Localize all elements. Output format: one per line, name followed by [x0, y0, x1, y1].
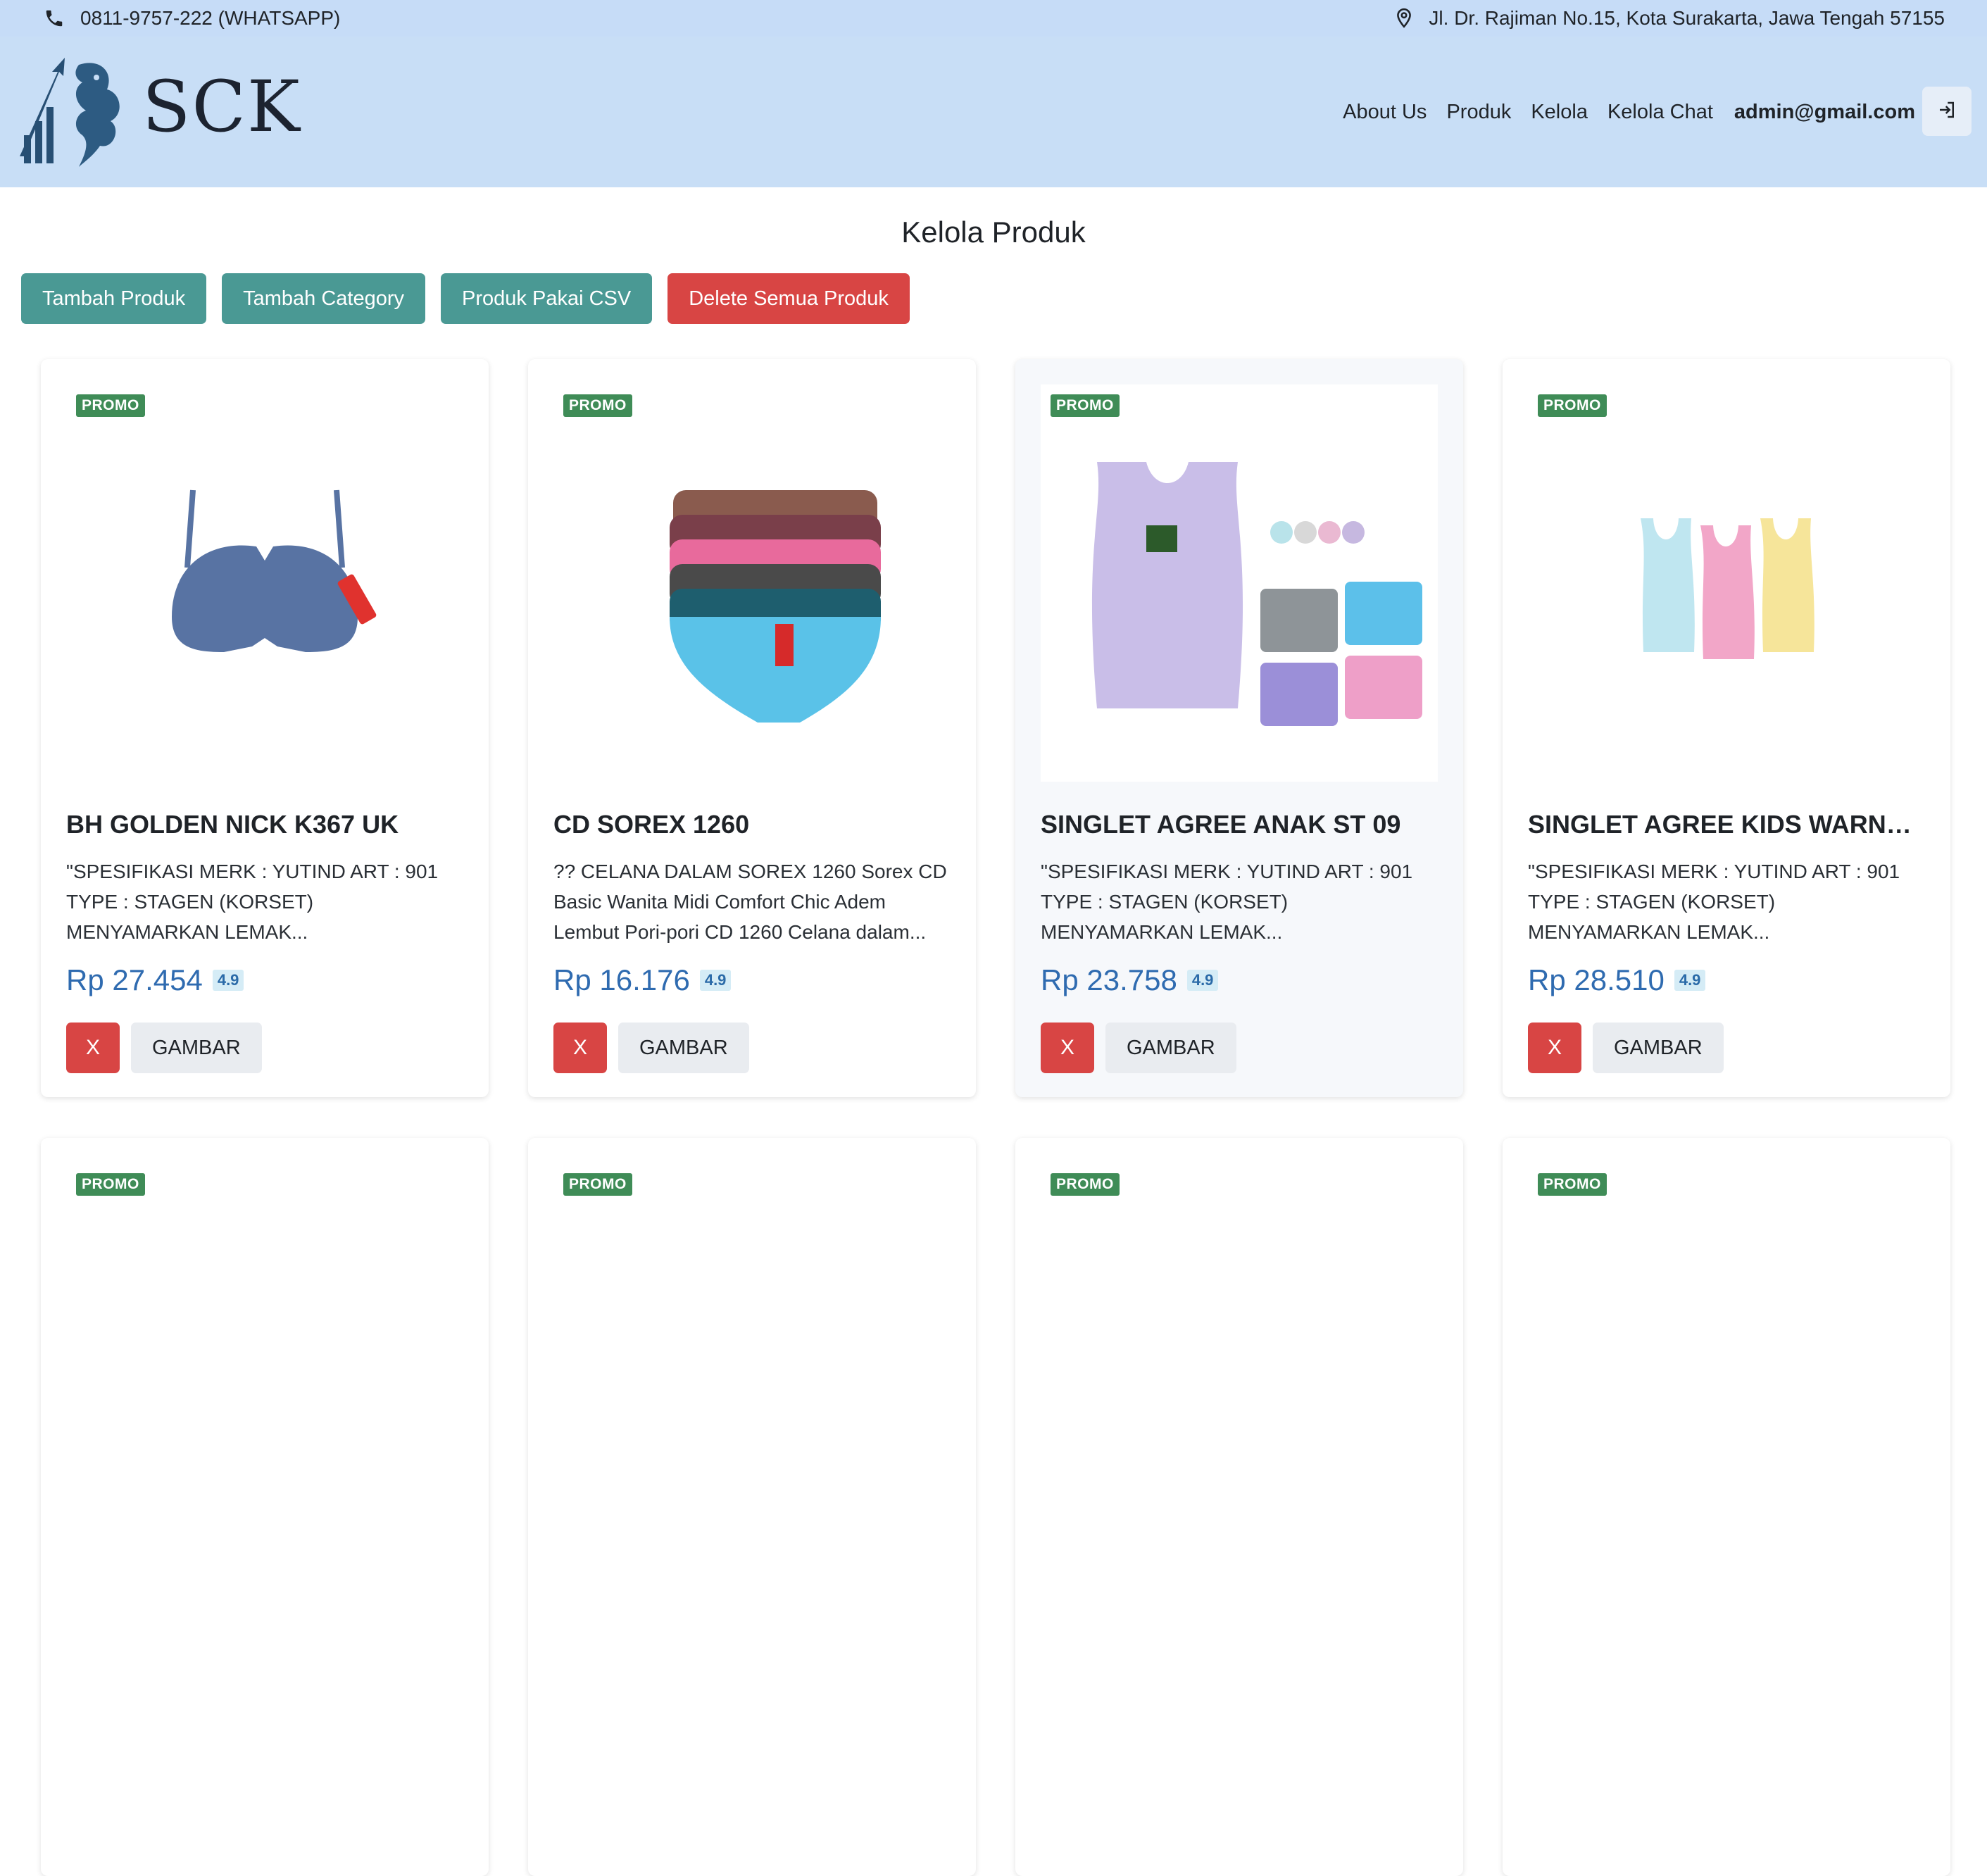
promo-badge: PROMO [1538, 394, 1607, 417]
product-actions: X GAMBAR [1528, 1023, 1724, 1073]
product-actions: X GAMBAR [553, 1023, 749, 1073]
product-card[interactable]: PROMO SINGLET AGREE KIDS WARNA ... "SPES… [1503, 359, 1950, 1097]
promo-badge: PROMO [76, 394, 145, 417]
product-rating: 4.9 [212, 970, 244, 991]
nav-kelola[interactable]: Kelola [1531, 101, 1588, 124]
product-image [66, 384, 463, 782]
product-description: ?? CELANA DALAM SOREX 1260 Sorex CD Basi… [553, 861, 947, 943]
user-email[interactable]: admin@gmail.com [1734, 101, 1915, 124]
product-image [553, 384, 951, 782]
delete-product-button[interactable]: X [1528, 1023, 1581, 1073]
promo-badge: PROMO [1538, 1173, 1607, 1196]
phone-number: 0811-9757-222 (WHATSAPP) [80, 7, 341, 29]
logout-icon [1936, 99, 1957, 124]
image-button[interactable]: GAMBAR [1593, 1023, 1724, 1073]
phone-icon [44, 8, 65, 29]
logout-button[interactable] [1922, 87, 1972, 136]
brand-logo[interactable]: SCK [15, 51, 300, 170]
promo-badge: PROMO [1051, 394, 1120, 417]
product-name[interactable]: BH GOLDEN NICK K367 UK [66, 810, 463, 839]
product-price: Rp 28.510 [1528, 963, 1665, 996]
product-card[interactable]: PROMO [41, 1138, 489, 1876]
nav-produk[interactable]: Produk [1446, 101, 1511, 124]
delete-all-products-button[interactable]: Delete Semua Produk [667, 273, 910, 324]
dragon-logo-icon [20, 58, 120, 167]
product-price: Rp 23.758 [1041, 963, 1177, 996]
product-description: "SPESIFIKASI MERK : YUTIND ART : 901 TYP… [1041, 861, 1413, 943]
main-header: SCK About Us Produk Kelola Kelola Chat a… [0, 37, 1987, 187]
bra-image-icon [172, 489, 377, 652]
product-image [1041, 384, 1438, 782]
image-button[interactable]: GAMBAR [1105, 1023, 1236, 1073]
product-price-row: Rp 23.758 4.9 [1041, 963, 1219, 997]
csv-product-button[interactable]: Produk Pakai CSV [441, 273, 653, 324]
product-description: "SPESIFIKASI MERK : YUTIND ART : 901 TYP… [66, 861, 439, 943]
kids-singlet-image-icon [1641, 518, 1814, 659]
nav-about-us[interactable]: About Us [1343, 101, 1427, 124]
product-description: "SPESIFIKASI MERK : YUTIND ART : 901 TYP… [1528, 861, 1900, 943]
product-rating: 4.9 [1186, 970, 1219, 991]
promo-badge: PROMO [563, 394, 632, 417]
product-card[interactable]: PROMO CD SOREX 1260 ?? CELANA DALAM SORE… [528, 359, 976, 1097]
product-actions: X GAMBAR [66, 1023, 262, 1073]
product-price: Rp 16.176 [553, 963, 690, 996]
product-name[interactable]: SINGLET AGREE KIDS WARNA ... [1528, 810, 1925, 839]
product-card[interactable]: PROMO SINGLET AGREE ANAK ST 09 "SPESIFIK… [1015, 359, 1463, 1097]
product-price-row: Rp 16.176 4.9 [553, 963, 732, 997]
add-category-button[interactable]: Tambah Category [222, 273, 426, 324]
product-price-row: Rp 28.510 4.9 [1528, 963, 1706, 997]
main-nav: About Us Produk Kelola Kelola Chat admin… [1343, 37, 1915, 187]
promo-badge: PROMO [1051, 1173, 1120, 1196]
product-image [1528, 384, 1925, 782]
product-card[interactable]: PROMO [1503, 1138, 1950, 1876]
product-card[interactable]: PROMO BH GOLDEN NICK K367 UK "SPESIFIKAS… [41, 359, 489, 1097]
image-button[interactable]: GAMBAR [618, 1023, 749, 1073]
product-price: Rp 27.454 [66, 963, 203, 996]
delete-product-button[interactable]: X [553, 1023, 607, 1073]
location-pin-icon [1395, 8, 1413, 29]
product-name[interactable]: SINGLET AGREE ANAK ST 09 [1041, 810, 1438, 839]
contact-phone: 0811-9757-222 (WHATSAPP) [44, 0, 340, 37]
nav-kelola-chat[interactable]: Kelola Chat [1607, 101, 1713, 124]
delete-product-button[interactable]: X [66, 1023, 120, 1073]
delete-product-button[interactable]: X [1041, 1023, 1094, 1073]
product-rating: 4.9 [699, 970, 732, 991]
promo-badge: PROMO [563, 1173, 632, 1196]
page-title: Kelola Produk [901, 215, 1086, 249]
product-card[interactable]: PROMO [1015, 1138, 1463, 1876]
add-product-button[interactable]: Tambah Produk [21, 273, 207, 324]
contact-address: Jl. Dr. Rajiman No.15, Kota Surakarta, J… [1395, 0, 1945, 37]
promo-badge: PROMO [76, 1173, 145, 1196]
underwear-stack-image-icon [670, 490, 881, 723]
image-button[interactable]: GAMBAR [131, 1023, 262, 1073]
action-toolbar: Tambah Produk Tambah Category Produk Pak… [21, 273, 910, 324]
product-actions: X GAMBAR [1041, 1023, 1236, 1073]
address-text: Jl. Dr. Rajiman No.15, Kota Surakarta, J… [1429, 7, 1945, 29]
product-name[interactable]: CD SOREX 1260 [553, 810, 951, 839]
singlet-image-icon [1041, 384, 1438, 782]
contact-bar: 0811-9757-222 (WHATSAPP) Jl. Dr. Rajiman… [0, 0, 1987, 37]
product-card[interactable]: PROMO [528, 1138, 976, 1876]
brand-name: SCK [142, 65, 301, 148]
product-rating: 4.9 [1674, 970, 1706, 991]
product-price-row: Rp 27.454 4.9 [66, 963, 244, 997]
